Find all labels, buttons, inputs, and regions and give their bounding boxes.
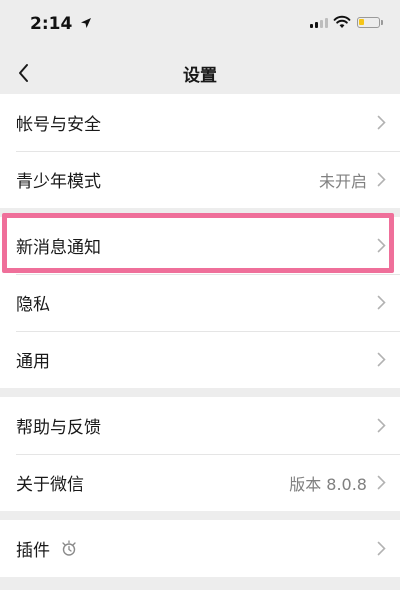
location-arrow-icon	[81, 18, 91, 28]
settings-item-new-message-notifications[interactable]: 新消息通知	[0, 217, 400, 274]
settings-item-general[interactable]: 通用	[0, 331, 400, 388]
settings-item-label: 通用	[16, 352, 50, 372]
cellular-signal-icon	[310, 18, 328, 28]
settings-item-teen-mode[interactable]: 青少年模式 未开启	[0, 151, 400, 208]
settings-group-account: 帐号与安全 青少年模式 未开启	[0, 94, 400, 208]
settings-item-label: 青少年模式	[16, 172, 101, 192]
teen-mode-status: 未开启	[318, 171, 367, 191]
battery-icon	[357, 17, 380, 28]
status-time: 2:14	[30, 14, 73, 34]
chevron-right-icon	[377, 295, 386, 310]
battery-fill	[359, 19, 364, 25]
chevron-right-icon	[377, 352, 386, 367]
settings-item-label: 关于微信	[16, 475, 84, 495]
settings-group-help: 帮助与反馈 关于微信 版本 8.0.8	[0, 397, 400, 511]
settings-item-label: 帐号与安全	[16, 115, 101, 135]
status-bar: 2:14	[0, 0, 400, 52]
chevron-right-icon	[377, 238, 386, 253]
settings-group-general: 新消息通知 隐私 通用	[0, 217, 400, 388]
plugin-bulb-icon	[62, 539, 76, 556]
chevron-right-icon	[377, 172, 386, 187]
battery-cap	[381, 20, 383, 25]
settings-item-help-feedback[interactable]: 帮助与反馈	[0, 397, 400, 454]
nav-bar: 设置	[0, 52, 400, 94]
settings-item-privacy[interactable]: 隐私	[0, 274, 400, 331]
settings-item-label: 隐私	[16, 295, 50, 315]
app-version: 版本 8.0.8	[289, 474, 367, 494]
chevron-right-icon	[377, 475, 386, 490]
settings-item-label: 插件	[16, 541, 50, 561]
chevron-right-icon	[377, 418, 386, 433]
settings-item-plugins[interactable]: 插件	[0, 520, 400, 577]
settings-item-account-security[interactable]: 帐号与安全	[0, 94, 400, 151]
settings-item-about[interactable]: 关于微信 版本 8.0.8	[0, 454, 400, 511]
wifi-icon	[333, 15, 351, 28]
chevron-right-icon	[377, 541, 386, 556]
chevron-right-icon	[377, 115, 386, 130]
settings-item-label: 帮助与反馈	[16, 418, 101, 438]
settings-item-label: 新消息通知	[16, 238, 101, 258]
page-title: 设置	[183, 66, 217, 86]
settings-group-plugins: 插件	[0, 520, 400, 577]
